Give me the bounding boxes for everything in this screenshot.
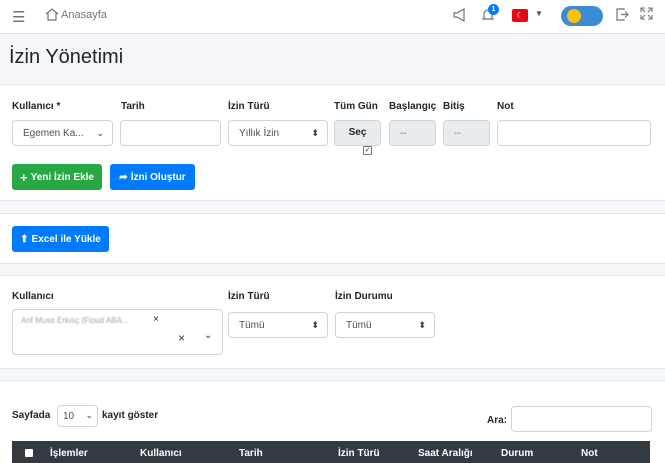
allday-checkbox[interactable]: ✓ bbox=[363, 146, 372, 155]
hamburger-menu-icon[interactable]: ☰ bbox=[12, 8, 25, 26]
share-arrow-icon: ➦ bbox=[119, 171, 128, 183]
allday-label: Tüm Gün bbox=[334, 101, 378, 112]
page-size-select[interactable]: 10 ⌄ bbox=[57, 405, 98, 427]
filter-user-multiselect[interactable]: Arif Musa Erkılıç (Floud ABA... × × ⌄ bbox=[12, 309, 223, 355]
column-header[interactable]: Tarih bbox=[239, 448, 263, 459]
remove-chip-icon[interactable]: × bbox=[153, 314, 159, 325]
search-label: Ara: bbox=[487, 415, 508, 426]
fullscreen-icon[interactable] bbox=[640, 7, 653, 20]
column-header[interactable]: Not bbox=[581, 448, 598, 459]
filter-status-label: İzin Durumu bbox=[335, 291, 393, 302]
create-leave-button[interactable]: ➦ İzni Oluştur bbox=[110, 164, 195, 190]
column-header[interactable]: İşlemler bbox=[50, 448, 88, 459]
home-icon bbox=[45, 8, 59, 21]
leave-type-label: İzin Türü bbox=[228, 101, 270, 112]
note-input[interactable] bbox=[497, 120, 651, 146]
end-label: Bitiş bbox=[443, 101, 465, 112]
page-size-value: 10 bbox=[63, 410, 75, 422]
user-select[interactable]: Egemen Ka... ⌄ bbox=[12, 120, 113, 146]
chevron-down-icon: ⌄ bbox=[96, 128, 104, 138]
end-time-value: -- bbox=[454, 127, 461, 139]
page-size-prefix: Sayfada bbox=[12, 410, 51, 421]
start-time-value: -- bbox=[400, 127, 407, 139]
filter-user-label: Kullanıcı bbox=[12, 291, 54, 302]
sort-caret-icon: ⬍ bbox=[311, 128, 319, 138]
leave-type-value: Yıllık İzin bbox=[239, 127, 280, 139]
date-label: Tarih bbox=[121, 101, 145, 112]
sort-caret-icon: ⬍ bbox=[311, 320, 319, 330]
logout-icon[interactable] bbox=[615, 7, 630, 22]
upload-icon: ⬆ bbox=[20, 233, 29, 245]
language-caret-icon[interactable]: ▼ bbox=[535, 9, 543, 18]
selected-user-chip: Arif Musa Erkılıç (Floud ABA... bbox=[21, 316, 129, 325]
user-label: Kullanıcı * bbox=[12, 101, 61, 112]
megaphone-icon[interactable] bbox=[452, 7, 468, 23]
clear-selection-icon[interactable]: × bbox=[178, 331, 185, 345]
filter-status-select[interactable]: Tümü ⬍ bbox=[335, 312, 435, 338]
turkey-flag-icon[interactable]: ☾ bbox=[512, 9, 528, 22]
breadcrumb-home-link[interactable]: Anasayfa bbox=[45, 8, 107, 21]
date-input[interactable] bbox=[120, 120, 221, 146]
filter-status-value: Tümü bbox=[346, 319, 372, 331]
add-leave-button[interactable]: + Yeni İzin Ekle bbox=[12, 164, 102, 190]
chevron-down-icon[interactable]: ⌄ bbox=[204, 330, 212, 341]
sort-caret-icon: ⬍ bbox=[418, 320, 426, 330]
start-label: Başlangıç bbox=[389, 101, 437, 112]
table-header: İşlemler Kullanıcı Tarih İzin Türü Saat … bbox=[12, 441, 650, 463]
excel-upload-label: Excel ile Yükle bbox=[31, 233, 101, 245]
table-search-input[interactable] bbox=[511, 406, 652, 432]
column-header[interactable]: Kullanıcı bbox=[140, 448, 182, 459]
add-leave-label: Yeni İzin Ekle bbox=[30, 171, 94, 183]
theme-toggle[interactable] bbox=[561, 6, 603, 26]
page-size-suffix: kayıt göster bbox=[102, 410, 159, 421]
page-title: İzin Yönetimi bbox=[9, 46, 124, 68]
column-header[interactable]: İzin Türü bbox=[338, 448, 380, 459]
end-time-input: -- bbox=[443, 120, 490, 146]
filter-type-select[interactable]: Tümü ⬍ bbox=[228, 312, 328, 338]
column-header[interactable]: Saat Aralığı bbox=[418, 448, 473, 459]
select-all-checkbox[interactable] bbox=[25, 449, 33, 457]
sun-icon bbox=[567, 9, 581, 23]
column-header[interactable]: Durum bbox=[501, 448, 533, 459]
filter-type-label: İzin Türü bbox=[228, 291, 270, 302]
chevron-down-icon: ⌄ bbox=[85, 410, 93, 420]
plus-icon: + bbox=[20, 169, 28, 185]
filter-type-value: Tümü bbox=[239, 319, 265, 331]
excel-upload-button[interactable]: ⬆ Excel ile Yükle bbox=[12, 226, 109, 252]
allday-select-button[interactable]: Seç bbox=[334, 120, 381, 146]
user-select-value: Egemen Ka... bbox=[23, 127, 84, 139]
top-navbar: ☰ Anasayfa 1 ☾ ▼ bbox=[0, 0, 665, 34]
create-leave-label: İzni Oluştur bbox=[130, 171, 186, 183]
leave-type-select[interactable]: Yıllık İzin ⬍ bbox=[228, 120, 328, 146]
notification-badge: 1 bbox=[488, 4, 499, 15]
note-label: Not bbox=[497, 101, 514, 112]
breadcrumb-label: Anasayfa bbox=[61, 8, 107, 21]
start-time-input: -- bbox=[389, 120, 436, 146]
